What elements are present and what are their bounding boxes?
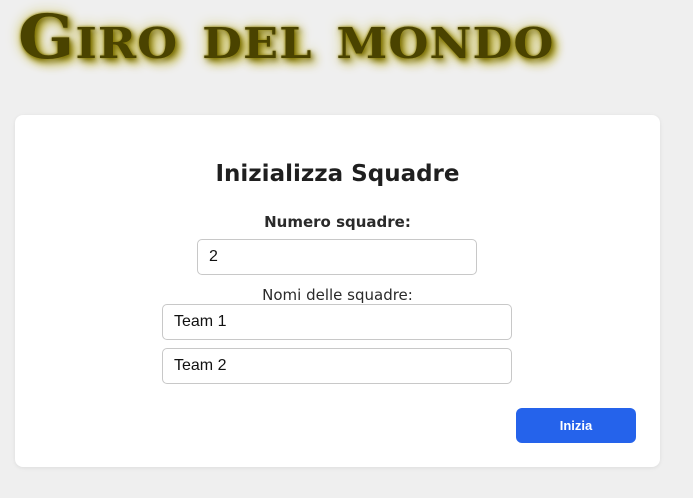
team-count-input[interactable] xyxy=(197,239,477,275)
page-title: Inizializza Squadre xyxy=(215,161,460,187)
start-button[interactable]: Inizia xyxy=(516,408,636,443)
team-count-label: Numero squadre: xyxy=(264,213,411,231)
team-name-input-2[interactable] xyxy=(162,348,512,384)
page: Giro del mondo Inizializza Squadre Numer… xyxy=(0,0,693,498)
team-setup-card: Inizializza Squadre Numero squadre: Nomi… xyxy=(15,115,660,467)
app-logo-title: Giro del mondo xyxy=(18,0,555,73)
team-name-input-1[interactable] xyxy=(162,304,512,340)
team-names-label: Nomi delle squadre: xyxy=(262,286,413,304)
